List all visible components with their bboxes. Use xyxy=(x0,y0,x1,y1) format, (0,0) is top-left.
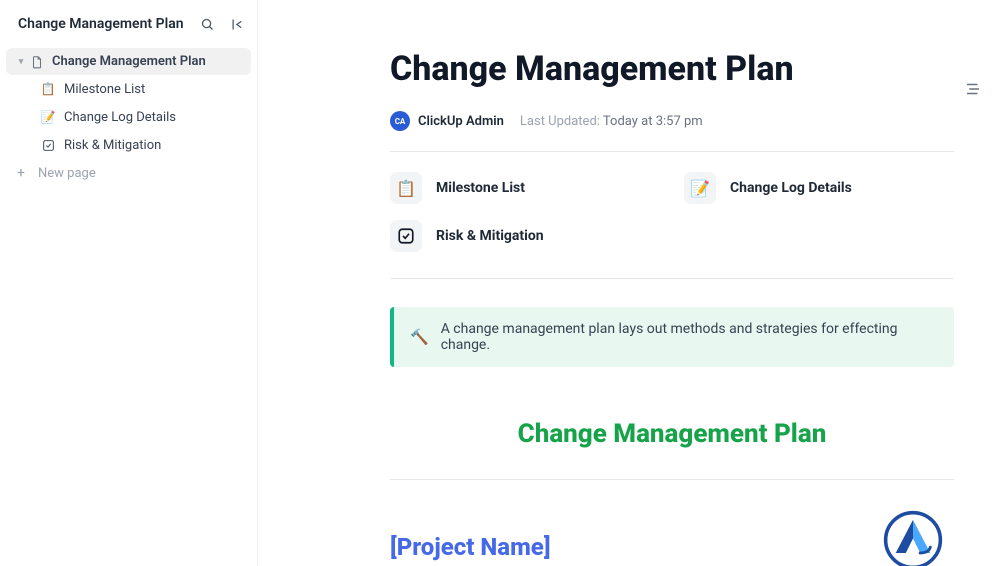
new-page-button[interactable]: + New page xyxy=(0,159,257,187)
nav-item-change-log-details[interactable]: 📝 Change Log Details xyxy=(6,103,251,131)
sidebar: Change Management Plan ▾ Change Manageme… xyxy=(0,0,258,566)
divider xyxy=(390,479,954,480)
main-content: Change Management Plan CA ClickUp Admin … xyxy=(258,0,1000,566)
nav-list: ▾ Change Management Plan 📋 Milestone Lis… xyxy=(0,44,257,159)
sidebar-header: Change Management Plan xyxy=(0,8,257,44)
updated-label: Last Updated: xyxy=(520,114,600,129)
callout-text: A change management plan lays out method… xyxy=(441,321,938,353)
sidebar-header-actions xyxy=(199,16,245,32)
nav-item-milestone-list[interactable]: 📋 Milestone List xyxy=(6,75,251,103)
content: Change Management Plan CA ClickUp Admin … xyxy=(390,50,954,566)
document-icon xyxy=(30,55,44,69)
nav-item-label: Change Management Plan xyxy=(52,54,206,69)
divider xyxy=(390,151,954,152)
chevron-down-icon[interactable]: ▾ xyxy=(14,55,28,69)
page-title[interactable]: Change Management Plan xyxy=(390,50,954,89)
company-logo: COMPANY NAME xyxy=(872,504,954,566)
collapse-sidebar-icon[interactable] xyxy=(229,16,245,32)
author-name[interactable]: ClickUp Admin xyxy=(418,114,504,129)
new-page-label: New page xyxy=(38,166,96,181)
section-heading[interactable]: Change Management Plan xyxy=(390,419,954,449)
nav-item-change-management-plan[interactable]: ▾ Change Management Plan xyxy=(6,48,251,75)
company-logo-mark xyxy=(877,504,949,566)
card-label: Risk & Mitigation xyxy=(436,228,544,244)
hammer-icon: 🔨 xyxy=(410,328,429,346)
avatar[interactable]: CA xyxy=(390,111,410,131)
nav-item-label: Milestone List xyxy=(64,82,145,97)
divider xyxy=(390,278,954,279)
updated-block: Last Updated: Today at 3:57 pm xyxy=(520,114,703,129)
nav-item-risk-mitigation[interactable]: Risk & Mitigation xyxy=(6,131,251,159)
checkbox-icon xyxy=(390,220,422,252)
toc-icon[interactable] xyxy=(964,80,982,102)
memo-icon: 📝 xyxy=(684,172,716,204)
clipboard-icon: 📋 xyxy=(390,172,422,204)
project-row: [Project Name] COMPANY NAME xyxy=(390,504,954,566)
subpage-cards: 📋 Milestone List 📝 Change Log Details Ri… xyxy=(390,172,954,252)
card-label: Change Log Details xyxy=(730,180,852,196)
updated-value: Today at 3:57 pm xyxy=(603,114,703,129)
card-risk-mitigation[interactable]: Risk & Mitigation xyxy=(390,220,660,252)
page-meta: CA ClickUp Admin Last Updated: Today at … xyxy=(390,111,954,131)
search-icon[interactable] xyxy=(199,16,215,32)
nav-item-label: Risk & Mitigation xyxy=(64,138,161,153)
checkbox-icon xyxy=(40,137,56,153)
card-change-log-details[interactable]: 📝 Change Log Details xyxy=(684,172,954,204)
sidebar-title: Change Management Plan xyxy=(18,16,184,32)
memo-icon: 📝 xyxy=(40,109,56,125)
card-label: Milestone List xyxy=(436,180,525,196)
card-milestone-list[interactable]: 📋 Milestone List xyxy=(390,172,660,204)
nav-item-label: Change Log Details xyxy=(64,110,176,125)
plus-icon: + xyxy=(14,165,28,181)
clipboard-icon: 📋 xyxy=(40,81,56,97)
callout-block[interactable]: 🔨 A change management plan lays out meth… xyxy=(390,307,954,367)
project-name-placeholder[interactable]: [Project Name] xyxy=(390,533,551,561)
